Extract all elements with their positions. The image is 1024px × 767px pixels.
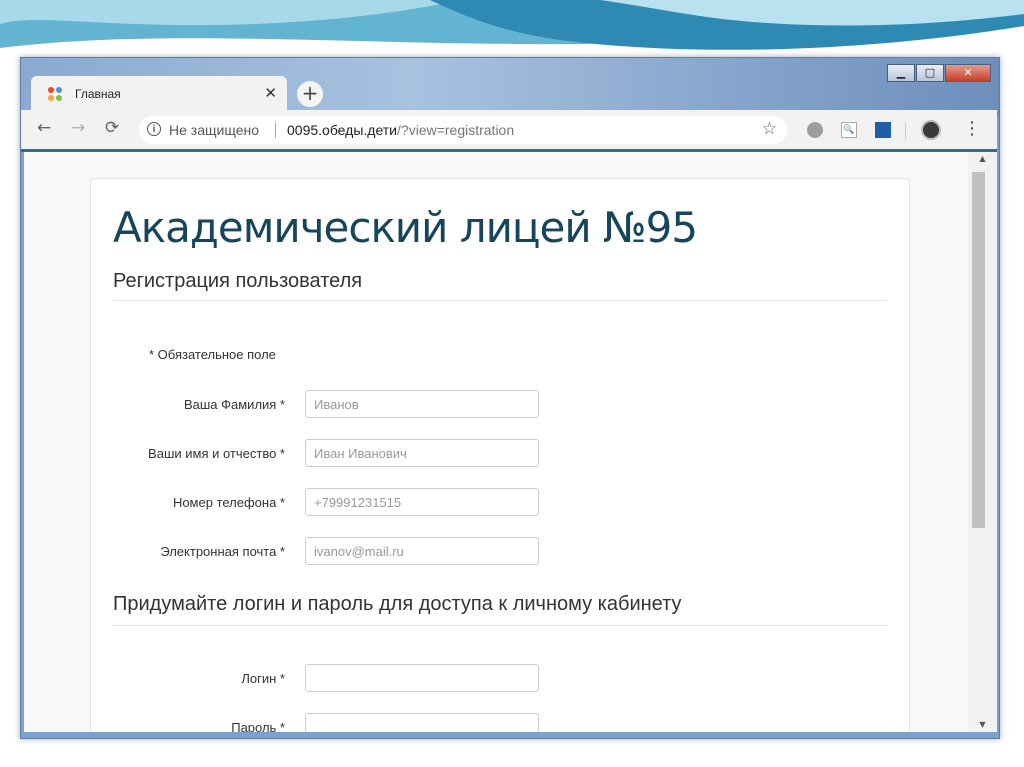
close-window-button[interactable]: ✕ — [945, 64, 991, 82]
bookmark-star-icon[interactable]: ☆ — [762, 119, 777, 139]
vertical-scrollbar[interactable]: ▲ ▼ — [968, 152, 997, 732]
name-input[interactable] — [305, 439, 539, 467]
security-status[interactable]: Не защищено — [169, 122, 259, 138]
password-label: Пароль * — [231, 720, 285, 732]
address-separator — [275, 122, 276, 138]
page-viewport: Академический лицей №95 Регистрация поль… — [24, 152, 968, 732]
email-label: Электронная почта * — [160, 544, 285, 559]
search-extension-icon[interactable]: 🔍 — [841, 122, 857, 138]
password-input[interactable] — [305, 713, 539, 732]
login-label: Логин * — [241, 671, 285, 686]
required-note: * Обязательное поле — [149, 347, 276, 362]
tab-close-icon[interactable]: ✕ — [264, 84, 277, 102]
address-bar[interactable]: i Не защищено 0095.обеды.дети/?view=regi… — [139, 116, 787, 144]
toolbar-separator — [905, 122, 906, 140]
divider — [113, 625, 887, 626]
scroll-down-arrow-icon[interactable]: ▼ — [968, 718, 997, 732]
back-arrow-icon[interactable]: ← — [37, 118, 51, 138]
reload-icon[interactable]: ⟳ — [105, 118, 119, 138]
url-domain: 0095.обеды.дети — [287, 122, 398, 138]
minimize-button[interactable]: ▁ — [887, 64, 915, 82]
menu-icon[interactable]: ⋮ — [963, 118, 981, 139]
profile-avatar[interactable] — [921, 120, 941, 140]
email-input[interactable] — [305, 537, 539, 565]
extension-blue-icon[interactable] — [875, 122, 891, 138]
browser-tab[interactable]: Главная ✕ — [31, 76, 287, 110]
url-path: /?view=registration — [397, 122, 515, 138]
site-title: Академический лицей №95 — [113, 203, 698, 252]
url-text[interactable]: 0095.обеды.дети/?view=registration — [287, 122, 514, 138]
phone-input[interactable] — [305, 488, 539, 516]
surname-input[interactable] — [305, 390, 539, 418]
browser-window: ▁ □ ✕ Главная ✕ + ← → ⟳ i Не защищено 00… — [20, 57, 1000, 739]
browser-toolbar: ← → ⟳ i Не защищено 0095.обеды.дети/?vie… — [21, 110, 997, 152]
window-controls: ▁ □ ✕ — [887, 64, 991, 82]
new-tab-button[interactable]: + — [297, 81, 323, 107]
extension-icon[interactable] — [807, 122, 823, 138]
tab-title: Главная — [75, 87, 121, 101]
registration-heading: Регистрация пользователя — [113, 270, 363, 292]
registration-card: Академический лицей №95 Регистрация поль… — [90, 178, 910, 732]
forward-arrow-icon[interactable]: → — [71, 118, 85, 138]
login-input[interactable] — [305, 664, 539, 692]
divider — [113, 300, 887, 301]
credentials-heading: Придумайте логин и пароль для доступа к … — [113, 593, 682, 615]
scroll-up-arrow-icon[interactable]: ▲ — [968, 152, 997, 166]
name-label: Ваши имя и отчество * — [148, 446, 285, 461]
surname-label: Ваша Фамилия * — [183, 397, 285, 412]
maximize-button[interactable]: □ — [916, 64, 944, 82]
phone-label: Номер телефона * — [172, 495, 285, 510]
joomla-favicon-icon — [48, 87, 62, 101]
scrollbar-thumb[interactable] — [972, 172, 985, 528]
info-icon[interactable]: i — [147, 122, 161, 136]
